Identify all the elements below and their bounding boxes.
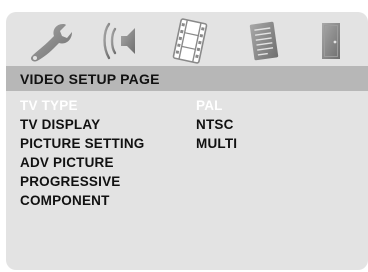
- option-multi[interactable]: MULTI: [196, 134, 237, 153]
- tv-type-options: PAL NTSC MULTI: [196, 96, 237, 153]
- menu-item-tv-display[interactable]: TV DISPLAY: [20, 115, 145, 134]
- door-icon[interactable]: [316, 18, 346, 64]
- setup-icon-bar: [6, 12, 368, 66]
- speaker-icon[interactable]: [100, 18, 140, 64]
- menu-item-tv-type[interactable]: TV TYPE: [20, 96, 145, 115]
- page-title-bar: VIDEO SETUP PAGE: [6, 66, 368, 91]
- menu-item-progressive[interactable]: PROGRESSIVE: [20, 172, 145, 191]
- menu-item-adv-picture[interactable]: ADV PICTURE: [20, 153, 145, 172]
- option-ntsc[interactable]: NTSC: [196, 115, 237, 134]
- menu-item-picture-setting[interactable]: PICTURE SETTING: [20, 134, 145, 153]
- film-icon[interactable]: [168, 18, 212, 64]
- menu-item-component[interactable]: COMPONENT: [20, 191, 145, 210]
- setup-screen: VIDEO SETUP PAGE TV TYPE TV DISPLAY PICT…: [6, 12, 368, 270]
- wrench-icon[interactable]: [26, 18, 72, 64]
- document-icon[interactable]: [244, 18, 284, 64]
- option-pal[interactable]: PAL: [196, 96, 237, 115]
- page-title: VIDEO SETUP PAGE: [20, 71, 160, 87]
- setup-menu: TV TYPE TV DISPLAY PICTURE SETTING ADV P…: [20, 96, 145, 210]
